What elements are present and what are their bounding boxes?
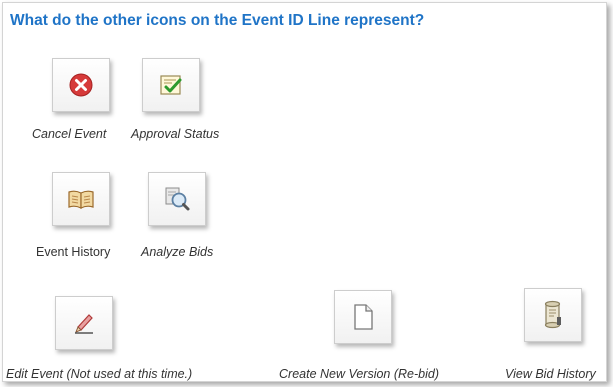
approval-status-button[interactable] <box>142 58 200 112</box>
event-history-label: Event History <box>36 245 111 259</box>
view-bid-history-button[interactable] <box>524 288 582 342</box>
cancel-event-button[interactable] <box>52 58 110 112</box>
approval-check-icon <box>158 72 184 98</box>
pencil-icon <box>71 310 97 336</box>
analyze-bids-label: Analyze Bids <box>141 245 214 259</box>
blank-document-icon <box>351 303 375 331</box>
open-book-icon <box>67 187 95 211</box>
approval-status-label: Approval Status <box>131 127 220 141</box>
edit-event-label: Edit Event (Not used at this time.) <box>6 367 193 381</box>
create-new-version-label: Create New Version (Re-bid) <box>279 367 440 381</box>
cancel-x-icon <box>68 72 94 98</box>
page-title: What do the other icons on the Event ID … <box>10 12 425 29</box>
edit-event-button[interactable] <box>55 296 113 350</box>
view-bid-history-label: View Bid History <box>505 367 596 381</box>
cancel-event-label: Cancel Event <box>32 127 107 141</box>
event-history-button[interactable] <box>52 172 110 226</box>
help-card: What do the other icons on the Event ID … <box>2 2 607 382</box>
create-new-version-button[interactable] <box>334 290 392 344</box>
magnifier-icon <box>163 185 191 213</box>
analyze-bids-button[interactable] <box>148 172 206 226</box>
scroll-icon <box>541 300 565 330</box>
